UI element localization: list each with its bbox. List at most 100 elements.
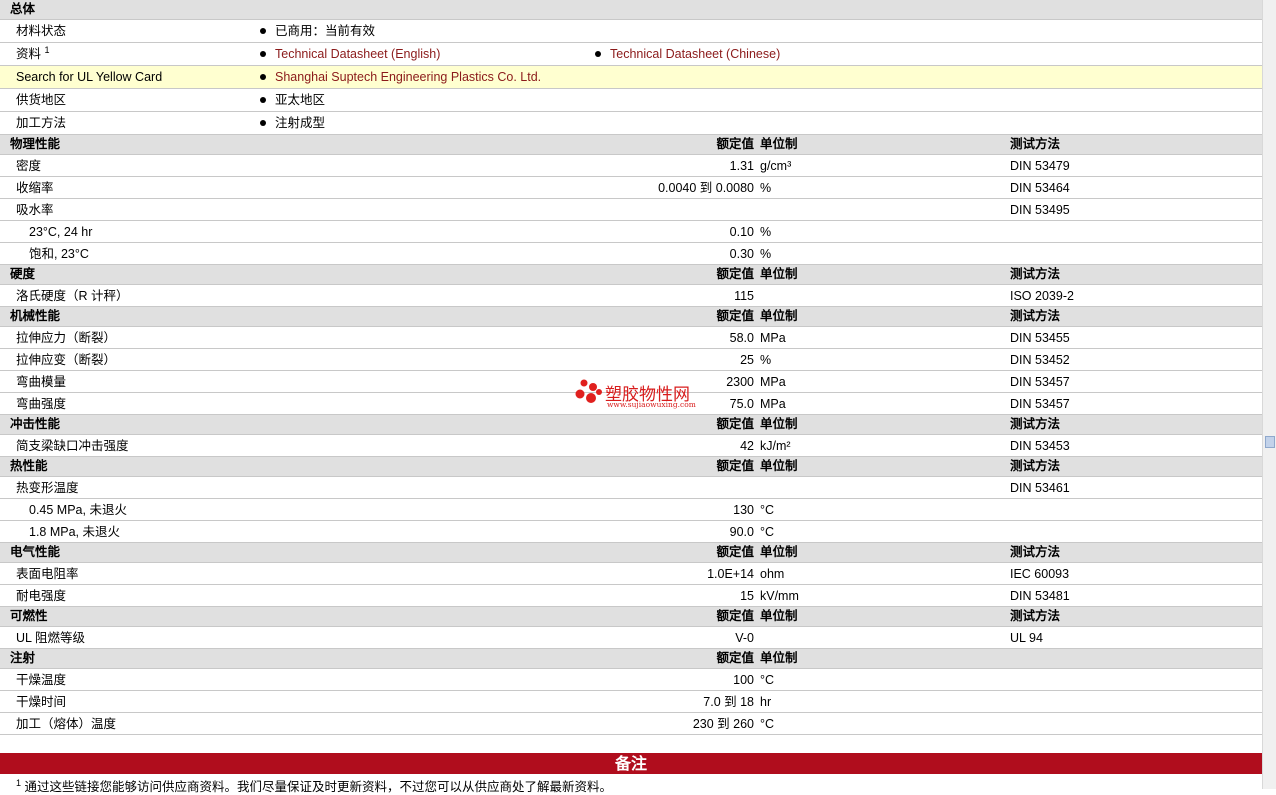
vertical-scrollbar[interactable] [1262, 0, 1276, 789]
property-value: 1.0E+14 [707, 567, 754, 581]
bullet-text: 注射成型 [275, 116, 326, 130]
property-row: 密度 1.31 g/cm³ DIN 53479 [0, 155, 1262, 177]
property-value: 100 [733, 673, 754, 687]
column-header-unit: 单位制 [760, 267, 798, 281]
general-label-text: 供货地区 [16, 93, 67, 107]
property-method: DIN 53481 [1010, 589, 1070, 603]
property-row: 加工（熔体）温度 230 到 260 °C [0, 713, 1262, 735]
general-label-text: 加工方法 [16, 116, 67, 130]
property-value: 15 [740, 589, 754, 603]
bullet-item: 亚太地区 [260, 89, 325, 112]
property-value: 2300 [726, 375, 754, 389]
property-name: 热变形温度 [16, 481, 79, 495]
property-name: 1.8 MPa, 未退火 [29, 525, 120, 539]
property-unit: °C [760, 525, 775, 539]
property-unit: g/cm³ [760, 159, 792, 173]
watermark-logo: 塑胶物性网 www.sujiaowuxing.com [575, 378, 705, 412]
datasheet-link[interactable]: Technical Datasheet (Chinese) [610, 47, 780, 61]
bullet-item[interactable]: Shanghai Suptech Engineering Plastics Co… [260, 66, 541, 89]
column-header-unit: 单位制 [760, 309, 798, 323]
column-header-method: 测试方法 [1010, 309, 1061, 323]
column-header-method: 测试方法 [1010, 417, 1061, 431]
bullet-icon [260, 27, 266, 34]
property-unit: % [760, 181, 772, 195]
bullet-item[interactable]: Technical Datasheet (English) [260, 43, 440, 66]
property-unit: ohm [760, 567, 785, 581]
scrollbar-thumb[interactable] [1265, 436, 1275, 448]
property-method: DIN 53455 [1010, 331, 1070, 345]
section-header: 硬度 额定值 单位制 测试方法 [0, 265, 1262, 285]
column-header-value: 额定值 [716, 609, 754, 623]
footnote-ref: 1 [44, 45, 50, 55]
footnote-text: 通过这些链接您能够访问供应商资料。我们尽量保证及时更新资料，不过您可以从供应商处… [24, 780, 613, 794]
bullet-icon [260, 96, 266, 103]
property-row: 1.8 MPa, 未退火 90.0 °C [0, 521, 1262, 543]
bullet-item: 已商用：当前有效 [260, 20, 375, 43]
general-label: Search for UL Yellow Card [16, 66, 162, 89]
bullet-icon [260, 119, 266, 126]
column-header-unit: 单位制 [760, 609, 798, 623]
property-row: 干燥温度 100 °C [0, 669, 1262, 691]
property-row: 拉伸应力（断裂） 58.0 MPa DIN 53455 [0, 327, 1262, 349]
section-header: 冲击性能 额定值 单位制 测试方法 [0, 415, 1262, 435]
property-row: 拉伸应变（断裂） 25% DIN 53452 [0, 349, 1262, 371]
footnote-number: 1 [16, 778, 22, 788]
section-title: 机械性能 [10, 309, 61, 323]
property-value: 0.0040 到 0.0080 [658, 181, 754, 195]
bullet-text: 已商用：当前有效 [275, 24, 376, 38]
section-header: 物理性能 额定值 单位制 测试方法 [0, 135, 1262, 155]
footnote: 1 通过这些链接您能够访问供应商资料。我们尽量保证及时更新资料，不过您可以从供应… [16, 776, 612, 795]
property-method: DIN 53495 [1010, 203, 1070, 217]
property-name: 拉伸应变（断裂） [16, 353, 117, 367]
property-unit: kJ/m² [760, 439, 791, 453]
property-row: UL 阻燃等级 V-0 UL 94 [0, 627, 1262, 649]
section-title: 电气性能 [10, 545, 61, 559]
datasheet-table: 总体 材料状态 已商用：当前有效 资料 1 Technical Datasheet (E… [0, 0, 1262, 735]
bullet-icon [260, 50, 266, 57]
property-name: 弯曲模量 [16, 375, 67, 389]
property-name: 收缩率 [16, 181, 54, 195]
property-row: 0.45 MPa, 未退火 130 °C [0, 499, 1262, 521]
general-row: 供货地区 亚太地区 [0, 89, 1262, 112]
column-header-method: 测试方法 [1010, 545, 1061, 559]
column-header-value: 额定值 [716, 267, 754, 281]
property-row: 洛氏硬度（R 计秤） 115 ISO 2039-2 [0, 285, 1262, 307]
property-value: 58.0 [729, 331, 754, 345]
section-title: 物理性能 [10, 137, 61, 151]
watermark-dots-icon [575, 379, 602, 403]
column-header-value: 额定值 [716, 309, 754, 323]
column-header-value: 额定值 [716, 417, 754, 431]
property-method: DIN 53464 [1010, 181, 1070, 195]
property-unit: kV/mm [760, 589, 799, 603]
property-name: 表面电阻率 [16, 567, 79, 581]
section-header: 电气性能 额定值 单位制 测试方法 [0, 543, 1262, 563]
general-label-text: 材料状态 [16, 24, 67, 38]
column-header-value: 额定值 [716, 459, 754, 473]
section-title: 可燃性 [10, 609, 48, 623]
property-row: 干燥时间 7.0 到 18 hr [0, 691, 1262, 713]
datasheet-link[interactable]: Technical Datasheet (English) [275, 47, 440, 61]
bullet-icon [260, 73, 266, 80]
property-name: 加工（熔体）温度 [16, 717, 117, 731]
property-name: 弯曲强度 [16, 397, 67, 411]
column-header-unit: 单位制 [760, 651, 798, 665]
property-method: DIN 53457 [1010, 375, 1070, 389]
property-name: UL 阻燃等级 [16, 631, 85, 645]
property-row: 23°C, 24 hr 0.10% [0, 221, 1262, 243]
section-header: 可燃性 额定值 单位制 测试方法 [0, 607, 1262, 627]
notes-header: 备注 [0, 753, 1262, 774]
notes-title: 备注 [614, 754, 647, 773]
general-row: 加工方法 注射成型 [0, 112, 1262, 135]
property-unit: hr [760, 695, 772, 709]
column-header-unit: 单位制 [760, 137, 798, 151]
column-header-value: 额定值 [716, 651, 754, 665]
property-method: IEC 60093 [1010, 567, 1070, 581]
property-value: 115 [734, 289, 754, 303]
bullet-icon [595, 50, 601, 57]
property-name: 拉伸应力（断裂） [16, 331, 117, 345]
datasheet-link[interactable]: Shanghai Suptech Engineering Plastics Co… [275, 70, 541, 84]
bullet-item[interactable]: Technical Datasheet (Chinese) [595, 43, 780, 66]
property-value: 0.10 [729, 225, 754, 239]
property-unit: MPa [760, 331, 786, 345]
general-label-text: 资料 [16, 47, 42, 61]
